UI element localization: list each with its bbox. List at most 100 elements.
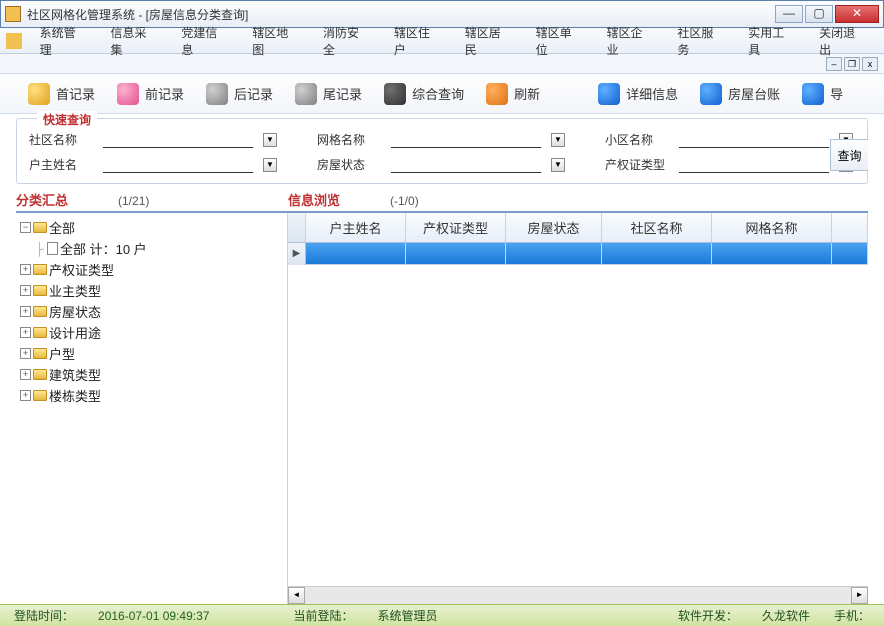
current-login-value: 系统管理员 bbox=[367, 607, 447, 624]
house-status-dropdown[interactable]: ▼ bbox=[551, 158, 565, 172]
tree-building-type[interactable]: +建筑类型 bbox=[20, 364, 283, 385]
tb-detail-info[interactable]: 详细信息 bbox=[590, 79, 686, 109]
expand-icon[interactable]: + bbox=[20, 285, 31, 296]
col-grid-name[interactable]: 网格名称 bbox=[712, 213, 832, 242]
scroll-track[interactable] bbox=[305, 587, 851, 604]
scroll-right-button[interactable]: ► bbox=[851, 587, 868, 604]
menu-map[interactable]: 辖区地图 bbox=[240, 20, 311, 62]
tb-export[interactable]: 导 bbox=[794, 79, 851, 109]
folder-icon bbox=[33, 348, 47, 359]
tree-all-detail[interactable]: ├ 全部 计：10 户 bbox=[34, 238, 283, 259]
expand-icon[interactable]: + bbox=[20, 264, 31, 275]
collapse-icon[interactable]: − bbox=[20, 222, 31, 233]
owner-name-input[interactable] bbox=[103, 156, 253, 173]
info-browse-title: 信息浏览 bbox=[288, 190, 340, 209]
mdi-close[interactable]: x bbox=[862, 57, 878, 71]
folder-icon bbox=[33, 264, 47, 275]
menu-unit[interactable]: 辖区单位 bbox=[524, 20, 595, 62]
tb-house-ledger[interactable]: 房屋台账 bbox=[692, 79, 788, 109]
next-record-icon bbox=[206, 83, 228, 105]
phone-label: 手机： bbox=[824, 607, 880, 624]
app-icon bbox=[5, 6, 21, 22]
menu-info-collect[interactable]: 信息采集 bbox=[98, 20, 169, 62]
main-area: − 全部 ├ 全部 计：10 户 +产权证类型 +业主类型 +房屋状态 +设计用… bbox=[16, 211, 868, 604]
tb-combined-query[interactable]: 综合查询 bbox=[376, 79, 472, 109]
detail-info-icon bbox=[598, 83, 620, 105]
col-house-status[interactable]: 房屋状态 bbox=[506, 213, 602, 242]
house-status-input[interactable] bbox=[391, 156, 541, 173]
community-name-label: 社区名称 bbox=[29, 131, 93, 148]
menu-icon bbox=[6, 33, 22, 49]
category-summary-title: 分类汇总 bbox=[16, 190, 68, 209]
statusbar: 登陆时间： 2016-07-01 09:49:37 当前登陆： 系统管理员 软件… bbox=[0, 604, 884, 626]
tb-last-record[interactable]: 尾记录 bbox=[287, 79, 370, 109]
folder-icon bbox=[33, 285, 47, 296]
tb-prev-record[interactable]: 前记录 bbox=[109, 79, 192, 109]
expand-icon[interactable]: + bbox=[20, 327, 31, 338]
menu-household[interactable]: 辖区住户 bbox=[382, 20, 453, 62]
first-record-icon bbox=[28, 83, 50, 105]
grid-name-input[interactable] bbox=[391, 131, 541, 148]
menu-tools[interactable]: 实用工具 bbox=[736, 20, 807, 62]
tree-cert-type[interactable]: +产权证类型 bbox=[20, 259, 283, 280]
horizontal-scrollbar[interactable]: ◄ ► bbox=[288, 586, 868, 604]
scroll-left-button[interactable]: ◄ bbox=[288, 587, 305, 604]
menubar: 系统管理 信息采集 党建信息 辖区地图 消防安全 辖区住户 辖区居民 辖区单位 … bbox=[0, 28, 884, 54]
cert-type-input[interactable] bbox=[679, 156, 829, 173]
tree-root[interactable]: − 全部 bbox=[20, 217, 283, 238]
expand-icon[interactable]: + bbox=[20, 348, 31, 359]
menu-enterprise[interactable]: 辖区企业 bbox=[594, 20, 665, 62]
menu-exit[interactable]: 关闭退出 bbox=[807, 20, 878, 62]
content: 快速查询 社区名称▼ 网格名称▼ 小区名称▼ 户主姓名▼ 房屋状态▼ 产权证类型… bbox=[0, 114, 884, 604]
folder-icon bbox=[33, 222, 47, 233]
col-cert-type[interactable]: 产权证类型 bbox=[406, 213, 506, 242]
expand-icon[interactable]: + bbox=[20, 369, 31, 380]
owner-name-label: 户主姓名 bbox=[29, 156, 93, 173]
tree-owner-type[interactable]: +业主类型 bbox=[20, 280, 283, 301]
search-button[interactable]: 查询 bbox=[830, 139, 868, 171]
menu-system[interactable]: 系统管理 bbox=[28, 20, 99, 62]
category-tree: − 全部 ├ 全部 计：10 户 +产权证类型 +业主类型 +房屋状态 +设计用… bbox=[16, 213, 288, 604]
tree-house-status[interactable]: +房屋状态 bbox=[20, 301, 283, 322]
col-owner-name[interactable]: 户主姓名 bbox=[306, 213, 406, 242]
expand-icon[interactable]: + bbox=[20, 390, 31, 401]
grid-name-dropdown[interactable]: ▼ bbox=[551, 133, 565, 147]
mdi-minimize[interactable]: – bbox=[826, 57, 842, 71]
menu-fire[interactable]: 消防安全 bbox=[311, 20, 382, 62]
folder-icon bbox=[33, 369, 47, 380]
menu-service[interactable]: 社区服务 bbox=[665, 20, 736, 62]
menu-party[interactable]: 党建信息 bbox=[169, 20, 240, 62]
xiaoqu-name-input[interactable] bbox=[679, 131, 829, 148]
info-count: (-1/0) bbox=[390, 194, 419, 208]
grid-selector-col[interactable] bbox=[288, 213, 306, 242]
tree-hu-type[interactable]: +户型 bbox=[20, 343, 283, 364]
quick-query-box: 快速查询 社区名称▼ 网格名称▼ 小区名称▼ 户主姓名▼ 房屋状态▼ 产权证类型… bbox=[16, 118, 868, 184]
dev-value: 久龙软件 bbox=[752, 607, 820, 624]
tree-design-use[interactable]: +设计用途 bbox=[20, 322, 283, 343]
tb-next-record[interactable]: 后记录 bbox=[198, 79, 281, 109]
folder-icon bbox=[33, 306, 47, 317]
owner-name-dropdown[interactable]: ▼ bbox=[263, 158, 277, 172]
tb-refresh[interactable]: 刷新 bbox=[478, 79, 548, 109]
refresh-icon bbox=[486, 83, 508, 105]
community-name-dropdown[interactable]: ▼ bbox=[263, 133, 277, 147]
col-extra[interactable] bbox=[832, 213, 868, 242]
grid-row-selected[interactable]: ▶ bbox=[288, 243, 868, 265]
tree-loudong-type[interactable]: +楼栋类型 bbox=[20, 385, 283, 406]
data-grid: 户主姓名 产权证类型 房屋状态 社区名称 网格名称 ▶ ◄ bbox=[288, 213, 868, 604]
menu-resident[interactable]: 辖区居民 bbox=[453, 20, 524, 62]
xiaoqu-name-label: 小区名称 bbox=[605, 131, 669, 148]
grid-body: ▶ bbox=[288, 243, 868, 586]
col-community-name[interactable]: 社区名称 bbox=[602, 213, 712, 242]
house-status-label: 房屋状态 bbox=[317, 156, 381, 173]
login-time-label: 登陆时间： bbox=[4, 607, 84, 624]
document-icon bbox=[47, 242, 58, 255]
mdi-restore[interactable]: ❐ bbox=[844, 57, 860, 71]
grid-name-label: 网格名称 bbox=[317, 131, 381, 148]
tb-first-record[interactable]: 首记录 bbox=[20, 79, 103, 109]
community-name-input[interactable] bbox=[103, 131, 253, 148]
combined-query-icon bbox=[384, 83, 406, 105]
expand-icon[interactable]: + bbox=[20, 306, 31, 317]
export-icon bbox=[802, 83, 824, 105]
cert-type-label: 产权证类型 bbox=[605, 156, 669, 173]
